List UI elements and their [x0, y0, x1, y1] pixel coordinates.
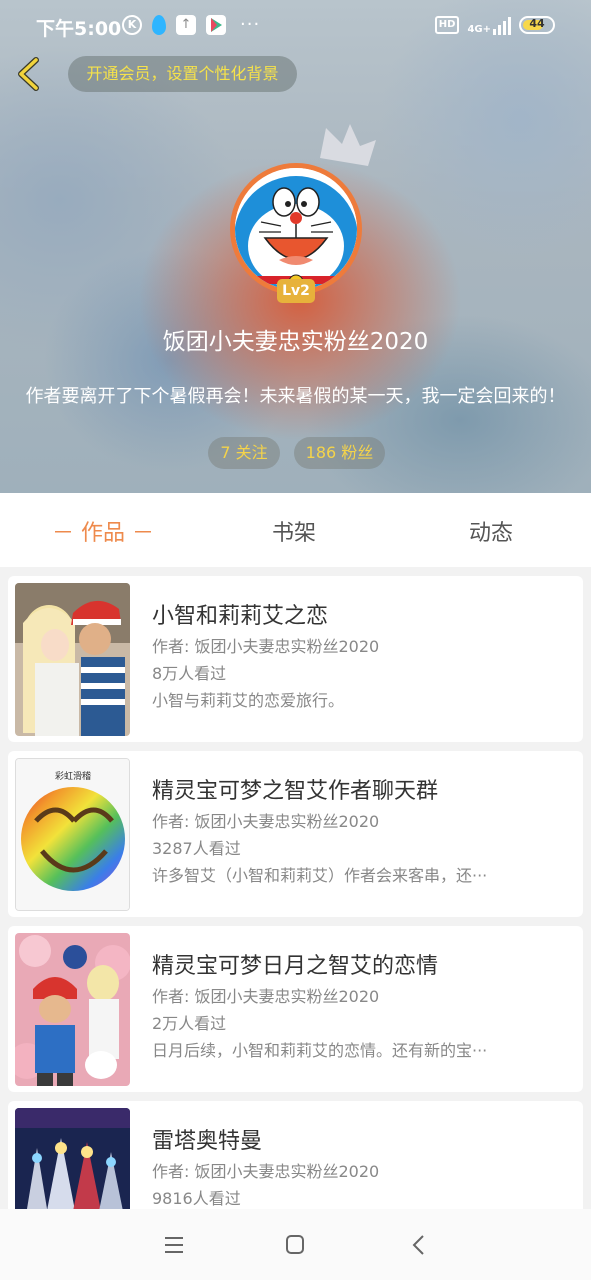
work-description: 许多智艾（小智和莉莉艾）作者会来客串，还··· [152, 866, 488, 885]
network-type: 4G+ [467, 24, 491, 35]
upload-icon: ↑ [176, 14, 196, 35]
bio-text: 作者要离开了下个暑假再会！未来暑假的某一天，我一定会回来的！ [25, 386, 566, 407]
status-system-icons: HD 4G+ 44 [434, 15, 555, 35]
work-views: 3287人看过 [152, 839, 241, 858]
list-item[interactable]: 小智和莉莉艾之恋 作者: 饭团小夫妻忠实粉丝2020 8万人看过 小智与莉莉艾的… [8, 576, 583, 742]
play-store-icon [206, 14, 226, 35]
home-button[interactable] [282, 1233, 308, 1257]
work-cover-image [15, 1108, 130, 1221]
work-views: 9816人看过 [152, 1189, 241, 1208]
tab-activity[interactable]: 动态 [469, 515, 513, 547]
username: 饭团小夫妻忠实粉丝2020 [162, 329, 429, 355]
work-views: 8万人看过 [152, 664, 227, 683]
work-title: 雷塔奥特曼 [152, 1129, 263, 1154]
k-app-icon: K [122, 14, 142, 35]
status-notification-icons: K ↑ ··· [122, 14, 260, 35]
system-nav-bar [0, 1209, 591, 1280]
menu-icon [165, 1237, 183, 1253]
tab-works[interactable]: － 作品 － [52, 515, 154, 547]
work-views: 2万人看过 [152, 1014, 227, 1033]
work-cover-image [15, 583, 130, 736]
status-time: 下午5:00 [36, 18, 122, 40]
battery-level: 44 [529, 17, 545, 30]
battery-icon: 44 [519, 16, 555, 34]
droplet-app-icon [152, 14, 166, 35]
list-item[interactable]: 彩虹滑稽 精灵宝可梦之智艾作者聊天群 作者: 饭团小夫妻忠实粉丝2020 328… [8, 751, 583, 917]
work-cover-image [15, 933, 130, 1086]
work-cover-image: 彩虹滑稽 [15, 758, 130, 911]
following-count-button[interactable]: 7 关注 [208, 437, 280, 469]
work-title: 精灵宝可梦之智艾作者聊天群 [152, 779, 439, 804]
work-description: 日月后续，小智和莉莉艾的恋情。还有新的宝··· [152, 1041, 488, 1060]
list-item[interactable]: 精灵宝可梦日月之智艾的恋情 作者: 饭团小夫妻忠实粉丝2020 2万人看过 日月… [8, 926, 583, 1092]
system-back-button[interactable] [406, 1233, 432, 1257]
more-notifications-icon: ··· [240, 14, 261, 35]
profile-tabs: － 作品 － 书架 动态 [0, 493, 591, 567]
level-badge: Lv2 [277, 279, 315, 303]
avatar[interactable] [230, 163, 362, 295]
thumb-label: 彩虹滑稽 [55, 770, 91, 782]
work-title: 精灵宝可梦日月之智艾的恋情 [152, 954, 439, 979]
back-button[interactable] [12, 54, 48, 94]
avatar-image [230, 163, 362, 295]
work-description: 小智与莉莉艾的恋爱旅行。 [152, 691, 345, 710]
tab-bookshelf[interactable]: 书架 [272, 515, 316, 547]
chevron-left-icon [18, 57, 39, 91]
work-title: 小智和莉莉艾之恋 [152, 604, 329, 629]
work-author: 作者: 饭团小夫妻忠实粉丝2020 [152, 812, 380, 831]
fans-count-button[interactable]: 186 粉丝 [294, 437, 385, 469]
work-author: 作者: 饭团小夫妻忠实粉丝2020 [152, 1162, 380, 1181]
list-item[interactable]: 雷塔奥特曼 作者: 饭团小夫妻忠实粉丝2020 9816人看过 [8, 1101, 583, 1221]
recent-apps-button[interactable] [161, 1233, 187, 1257]
back-icon [412, 1235, 424, 1255]
square-home-icon [286, 1235, 304, 1254]
work-author: 作者: 饭团小夫妻忠实粉丝2020 [152, 637, 380, 656]
work-author: 作者: 饭团小夫妻忠实粉丝2020 [152, 987, 380, 1006]
signal-icon: 4G+ [467, 15, 511, 35]
hd-icon: HD [434, 16, 460, 34]
profile-header: 下午5:00 K ↑ ··· HD 4G+ 44 开通会员，设置个性化背景 Lv… [0, 0, 591, 493]
status-bar: 下午5:00 K ↑ ··· HD 4G+ 44 [0, 0, 591, 50]
vip-background-button[interactable]: 开通会员，设置个性化背景 [68, 56, 297, 92]
